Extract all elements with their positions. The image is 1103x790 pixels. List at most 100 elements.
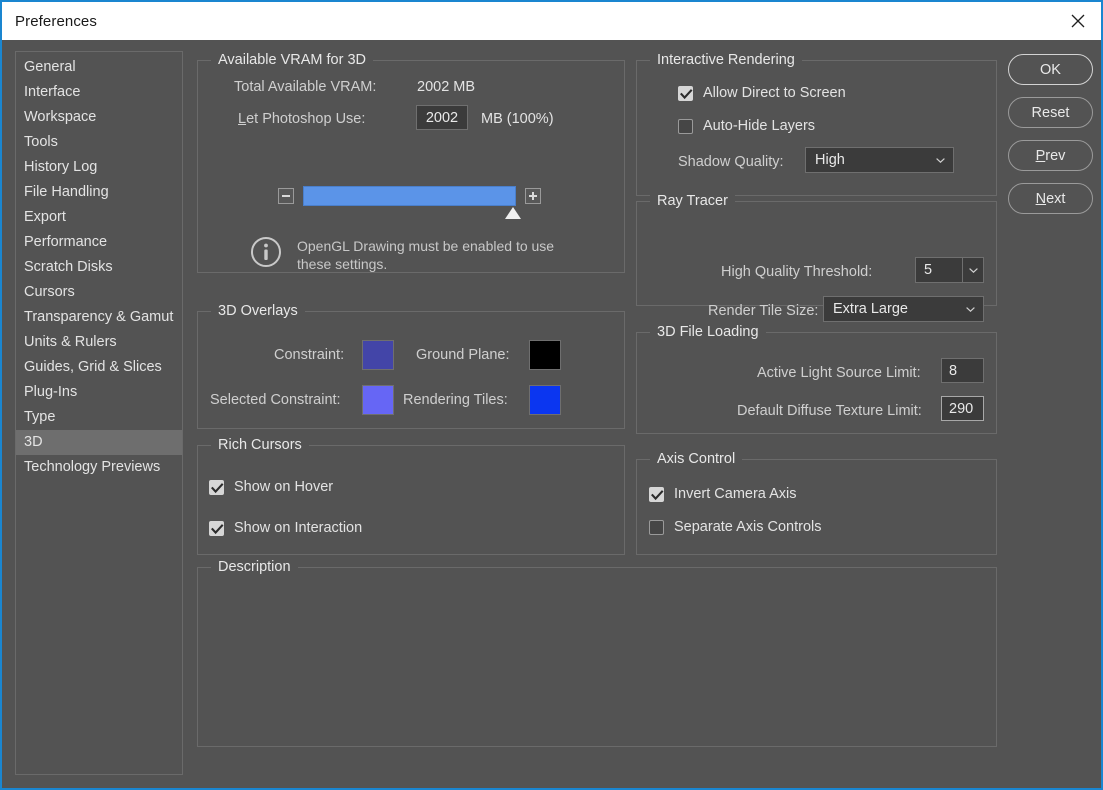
sidebar-item-export[interactable]: Export (16, 205, 182, 230)
accel-letter: L (238, 111, 247, 127)
sidebar-item-type[interactable]: Type (16, 405, 182, 430)
checkbox-label: Allow Direct to Screen (703, 85, 846, 101)
checkbox-icon-checked (209, 479, 224, 495)
chevron-down-icon (966, 307, 975, 312)
rendering-tiles-label: Rendering Tiles: (403, 392, 508, 408)
group-ray-tracer: Ray Tracer High Quality Threshold: 5 Ren… (636, 193, 997, 322)
ground-plane-color-swatch[interactable] (529, 340, 561, 370)
group-3d-file-loading: 3D File Loading Active Light Source Limi… (636, 324, 997, 434)
checkbox-icon-unchecked (649, 519, 664, 535)
ok-button-label: OK (1040, 61, 1061, 78)
opengl-info-text: OpenGL Drawing must be enabled to use th… (297, 238, 555, 272)
sidebar-item-history-log[interactable]: History Log (16, 155, 182, 180)
sidebar-item-plug-ins[interactable]: Plug-Ins (16, 380, 182, 405)
let-photoshop-use-label-rest: et Photoshop Use: (246, 111, 366, 127)
group-legend-description: Description (211, 559, 298, 575)
checkbox-invert-camera-axis[interactable]: Invert Camera Axis (649, 486, 797, 502)
prev-button[interactable]: Prev (1008, 140, 1093, 171)
default-diffuse-texture-limit-label: Default Diffuse Texture Limit: (737, 403, 922, 419)
checkbox-icon-unchecked (678, 118, 693, 134)
accel-letter: P (1035, 147, 1046, 164)
vram-slider-track[interactable] (303, 186, 516, 206)
let-photoshop-use-label: Let Photoshop Use: (238, 111, 365, 127)
dialog-content: General Interface Workspace Tools Histor… (2, 40, 1101, 788)
group-legend-axis-control: Axis Control (650, 451, 743, 467)
shadow-quality-value: High (815, 152, 845, 168)
sidebar-item-cursors[interactable]: Cursors (16, 280, 182, 305)
checkbox-show-on-hover[interactable]: Show on Hover (209, 479, 333, 495)
let-photoshop-use-suffix: MB (100%) (481, 111, 554, 127)
group-rich-cursors: Rich Cursors Show on Hover Show on Inter… (197, 437, 625, 555)
selected-constraint-color-swatch[interactable] (362, 385, 394, 415)
checkbox-icon-checked (209, 520, 224, 536)
vram-slider-thumb[interactable] (505, 207, 521, 219)
checkbox-separate-axis-controls[interactable]: Separate Axis Controls (649, 519, 822, 535)
shadow-quality-label: Shadow Quality: (678, 154, 784, 170)
high-quality-threshold-label: High Quality Threshold: (721, 264, 873, 280)
constraint-color-swatch[interactable] (362, 340, 394, 370)
next-button-label: Next (1036, 191, 1066, 207)
let-photoshop-use-input[interactable]: 2002 (416, 105, 468, 130)
constraint-label: Constraint: (274, 347, 345, 363)
group-legend-available-vram: Available VRAM for 3D (211, 52, 374, 68)
reset-button-label: Reset (1031, 104, 1070, 121)
page-title: Preferences (15, 12, 97, 30)
sidebar-item-guides-grid-slices[interactable]: Guides, Grid & Slices (16, 355, 182, 380)
sidebar-item-units-rulers[interactable]: Units & Rulers (16, 330, 182, 355)
next-button-label-rest: ext (1046, 190, 1066, 207)
info-icon (250, 236, 282, 268)
plus-icon-v (532, 192, 534, 200)
checkbox-icon-checked (649, 486, 664, 502)
sidebar-item-general[interactable]: General (16, 55, 182, 80)
accel-letter: N (1035, 190, 1047, 207)
sidebar-item-interface[interactable]: Interface (16, 80, 182, 105)
selected-constraint-label: Selected Constraint: (210, 392, 341, 408)
prev-button-label: Prev (1036, 148, 1066, 164)
sidebar-item-technology-previews[interactable]: Technology Previews (16, 455, 182, 480)
checkbox-label: Show on Interaction (234, 520, 363, 536)
group-legend-3d-file-loading: 3D File Loading (650, 324, 766, 340)
group-legend-interactive-rendering: Interactive Rendering (650, 52, 802, 68)
sidebar-item-file-handling[interactable]: File Handling (16, 180, 182, 205)
total-vram-label: Total Available VRAM: (234, 79, 377, 95)
shadow-quality-dropdown[interactable]: High (805, 147, 954, 173)
preferences-dialog: Preferences General Interface Workspace … (0, 0, 1103, 790)
high-quality-threshold-dropdown-button[interactable] (962, 258, 983, 282)
close-button[interactable] (1055, 2, 1101, 40)
group-legend-ray-tracer: Ray Tracer (650, 193, 735, 209)
ok-button[interactable]: OK (1008, 54, 1093, 85)
checkbox-label: Auto-Hide Layers (703, 118, 816, 134)
minus-icon (282, 195, 290, 197)
checkbox-allow-direct-to-screen[interactable]: Allow Direct to Screen (678, 85, 846, 101)
sidebar-item-3d[interactable]: 3D (16, 430, 182, 455)
group-3d-overlays: 3D Overlays Constraint: Ground Plane: Se… (197, 303, 625, 429)
active-light-source-limit-input[interactable]: 8 (941, 358, 984, 383)
title-bar: Preferences (2, 2, 1101, 40)
chevron-down-icon (936, 158, 945, 163)
high-quality-threshold-value: 5 (924, 262, 933, 278)
sidebar-item-transparency-gamut[interactable]: Transparency & Gamut (16, 305, 182, 330)
checkbox-icon-checked (678, 85, 693, 101)
preferences-category-list[interactable]: General Interface Workspace Tools Histor… (15, 51, 183, 775)
checkbox-auto-hide-layers[interactable]: Auto-Hide Layers (678, 118, 815, 134)
render-tile-size-label: Render Tile Size: (708, 303, 819, 319)
group-description: Description (197, 559, 997, 747)
vram-increment-button[interactable] (525, 188, 541, 204)
sidebar-item-performance[interactable]: Performance (16, 230, 182, 255)
vram-decrement-button[interactable] (278, 188, 294, 204)
group-axis-control: Axis Control Invert Camera Axis Separate… (636, 451, 997, 555)
sidebar-item-scratch-disks[interactable]: Scratch Disks (16, 255, 182, 280)
reset-button[interactable]: Reset (1008, 97, 1093, 128)
sidebar-item-workspace[interactable]: Workspace (16, 105, 182, 130)
sidebar-item-tools[interactable]: Tools (16, 130, 182, 155)
chevron-down-icon (969, 268, 978, 273)
render-tile-size-dropdown[interactable]: Extra Large (823, 296, 984, 322)
default-diffuse-texture-limit-input[interactable]: 290 (941, 396, 984, 421)
rendering-tiles-color-swatch[interactable] (529, 385, 561, 415)
high-quality-threshold-combo[interactable]: 5 (915, 257, 984, 283)
next-button[interactable]: Next (1008, 183, 1093, 214)
group-legend-3d-overlays: 3D Overlays (211, 303, 305, 319)
prev-button-label-rest: rev (1045, 147, 1066, 164)
group-interactive-rendering: Interactive Rendering Allow Direct to Sc… (636, 52, 997, 196)
checkbox-show-on-interaction[interactable]: Show on Interaction (209, 520, 362, 536)
